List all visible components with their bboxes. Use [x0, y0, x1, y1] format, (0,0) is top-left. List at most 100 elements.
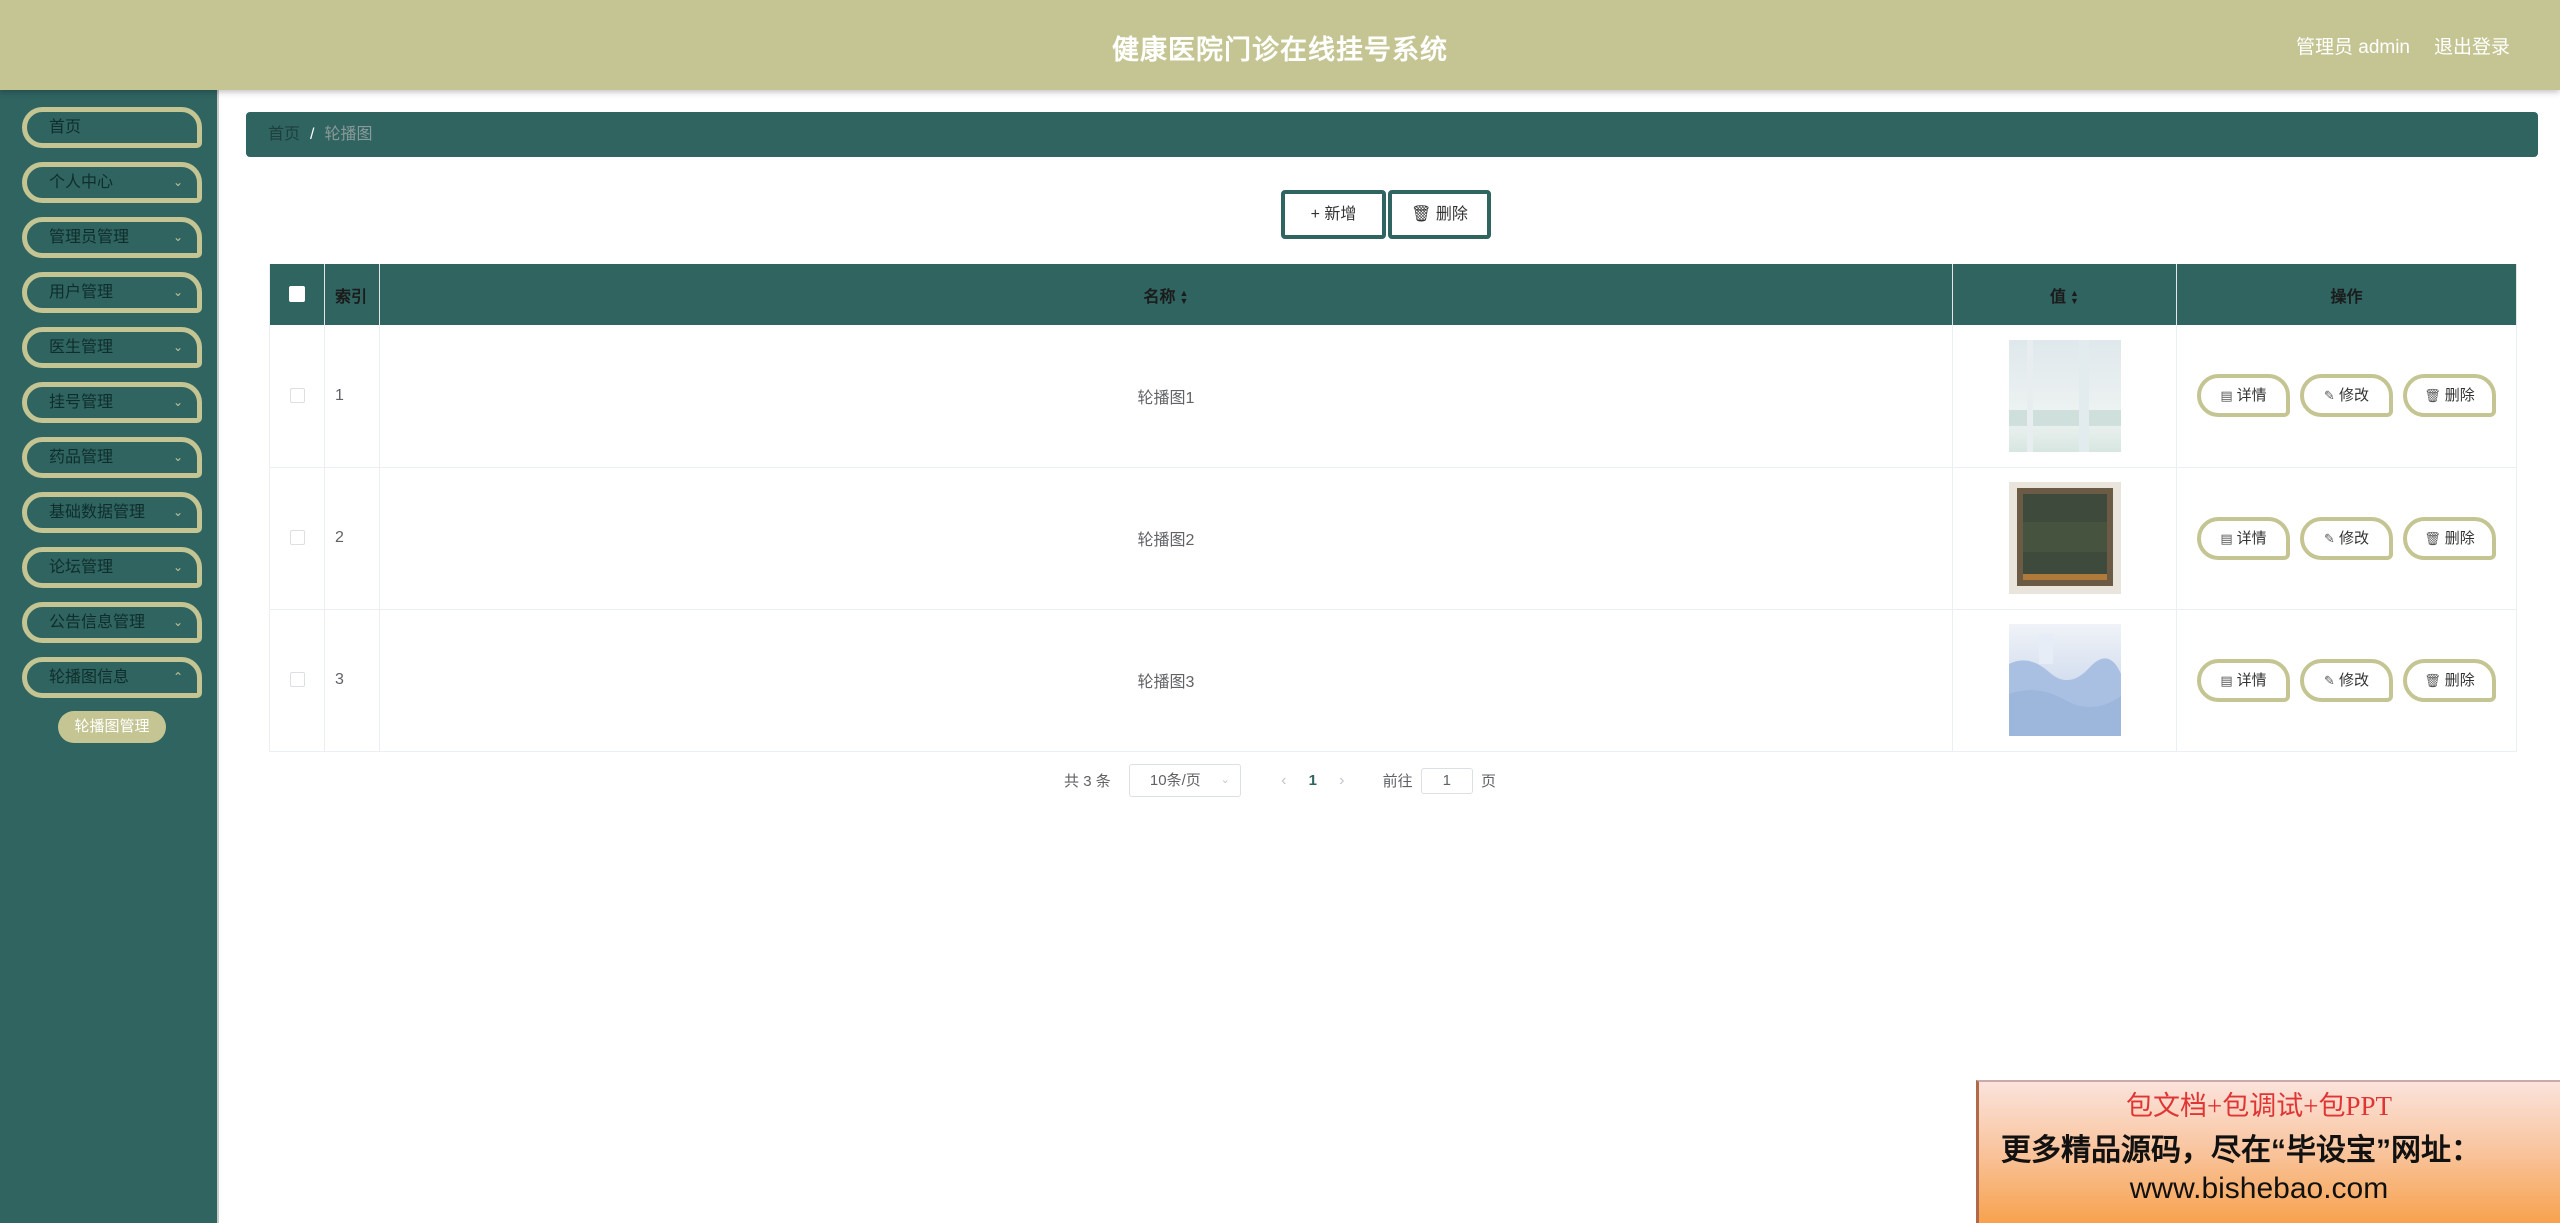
- sidebar-item-registrations[interactable]: 挂号管理 ⌄: [22, 382, 202, 423]
- table-header-row: 索引 名称 ▲ ▼ 值 ▲ ▼ 操作: [269, 264, 2517, 325]
- edit-button-label: 修改: [2338, 529, 2369, 547]
- sidebar-item-notices[interactable]: 公告信息管理 ⌄: [22, 602, 202, 643]
- sidebar-item-home[interactable]: 首页: [22, 107, 202, 148]
- page-number-current[interactable]: 1: [1309, 772, 1317, 789]
- chevron-down-icon: ⌄: [172, 395, 183, 409]
- chevron-down-icon: ⌄: [172, 560, 183, 574]
- sidebar-item-profile[interactable]: 个人中心 ⌄: [22, 162, 202, 203]
- top-header: 健康医院门诊在线挂号系统 管理员 admin 退出登录: [0, 0, 2560, 90]
- select-all-checkbox[interactable]: [289, 286, 305, 303]
- carousel-image-thumbnail[interactable]: [2008, 482, 2121, 594]
- row-checkbox[interactable]: [289, 672, 305, 688]
- sidebar-item-label: 个人中心: [49, 174, 114, 191]
- sidebar-item-label: 医生管理: [49, 339, 114, 356]
- current-user: 管理员 admin: [2295, 37, 2410, 58]
- edit-button[interactable]: ✎ 修改: [2300, 658, 2393, 702]
- pencil-icon: ✎: [2324, 530, 2335, 546]
- goto-page-input[interactable]: [1420, 767, 1473, 794]
- sidebar-item-label: 用户管理: [49, 284, 114, 301]
- chevron-down-icon: ⌄: [172, 285, 183, 299]
- edit-button-label: 修改: [2338, 671, 2369, 689]
- batch-delete-button[interactable]: 🗑 删除: [1388, 190, 1491, 239]
- sort-icon[interactable]: ▲ ▼: [1180, 289, 1189, 306]
- detail-button[interactable]: ▤ 详情: [2197, 374, 2290, 418]
- chevron-down-icon: ⌄: [172, 615, 183, 629]
- add-button[interactable]: + 新增: [1281, 190, 1386, 239]
- sidebar-item-label: 轮播图信息: [49, 669, 130, 686]
- trash-icon: 🗑: [2424, 530, 2441, 546]
- chevron-down-icon: ⌄: [172, 230, 183, 244]
- sort-icon[interactable]: ▲ ▼: [2070, 289, 2079, 306]
- detail-button-label: 详情: [2236, 671, 2267, 689]
- chevron-up-icon: ⌃: [172, 670, 183, 684]
- trash-icon: 🗑: [2424, 672, 2441, 688]
- delete-button[interactable]: 🗑 删除: [2403, 374, 2496, 418]
- goto-label: 前往: [1382, 773, 1413, 790]
- sidebar-item-carousel[interactable]: 轮播图信息 ⌃: [22, 657, 202, 698]
- pencil-icon: ✎: [2324, 388, 2335, 404]
- carousel-image-thumbnail[interactable]: [2008, 339, 2121, 452]
- sidebar-item-label: 公告信息管理: [49, 614, 146, 631]
- edit-button[interactable]: ✎ 修改: [2300, 516, 2393, 560]
- logout-link[interactable]: 退出登录: [2434, 32, 2510, 59]
- sidebar-item-doctors[interactable]: 医生管理 ⌄: [22, 327, 202, 368]
- column-header-actions: 操作: [2176, 264, 2517, 325]
- sidebar-item-base-data[interactable]: 基础数据管理 ⌄: [22, 492, 202, 533]
- document-icon: ▤: [2220, 672, 2233, 688]
- sidebar-item-users[interactable]: 用户管理 ⌄: [22, 272, 202, 313]
- row-value-cell: [1952, 609, 2177, 752]
- sidebar-item-forum[interactable]: 论坛管理 ⌄: [22, 547, 202, 588]
- detail-button[interactable]: ▤ 详情: [2197, 658, 2290, 702]
- row-index: 3: [324, 609, 380, 752]
- row-checkbox[interactable]: [289, 530, 305, 546]
- sidebar-subitem-carousel-manage[interactable]: 轮播图管理: [58, 711, 166, 743]
- edit-button-label: 修改: [2338, 387, 2369, 405]
- document-icon: ▤: [2220, 388, 2233, 404]
- page-size-value: 10条/页: [1149, 772, 1201, 789]
- row-index: 2: [324, 467, 380, 610]
- row-select-cell: [269, 609, 325, 752]
- breadcrumb-separator: /: [310, 126, 315, 143]
- pagination: 共 3 条 10条/页 ⌄ ‹ 1 › 前往 页: [0, 764, 2560, 797]
- sidebar-item-admins[interactable]: 管理员管理 ⌄: [22, 217, 202, 258]
- sidebar-item-label: 论坛管理: [49, 559, 114, 576]
- column-header-value[interactable]: 值 ▲ ▼: [1952, 264, 2177, 325]
- chevron-down-icon: ⌄: [172, 450, 183, 464]
- plus-icon: +: [1310, 206, 1325, 223]
- delete-button-label: 删除: [2444, 387, 2475, 405]
- delete-button[interactable]: 🗑 删除: [2403, 516, 2496, 560]
- promo-banner: 包文档+包调试+包PPT 更多精品源码，尽在“毕设宝”网址： www.bishe…: [1976, 1080, 2560, 1223]
- document-icon: ▤: [2220, 530, 2233, 546]
- sidebar-item-label: 管理员管理: [49, 229, 130, 246]
- chevron-down-icon: ⌄: [172, 340, 183, 354]
- table-row: 2 轮播图2 ▤ 详情 ✎ 修改 🗑 删除: [269, 467, 2517, 610]
- row-checkbox[interactable]: [289, 388, 305, 404]
- breadcrumb: 首页 / 轮播图: [246, 112, 2538, 157]
- table-row: 3 轮播图3 ▤ 详情 ✎ 修改 🗑 删除: [269, 609, 2517, 752]
- breadcrumb-home[interactable]: 首页: [268, 126, 300, 143]
- row-name: 轮播图2: [379, 467, 1953, 610]
- row-actions: ▤ 详情 ✎ 修改 🗑 删除: [2176, 467, 2517, 610]
- detail-button-label: 详情: [2236, 529, 2267, 547]
- goto-suffix: 页: [1480, 773, 1496, 790]
- row-name: 轮播图1: [379, 325, 1953, 468]
- row-value-cell: [1952, 325, 2177, 468]
- chevron-down-icon: ⌄: [172, 505, 183, 519]
- row-actions: ▤ 详情 ✎ 修改 🗑 删除: [2176, 609, 2517, 752]
- detail-button-label: 详情: [2236, 387, 2267, 405]
- sidebar-item-label: 挂号管理: [49, 394, 114, 411]
- sidebar-item-medicines[interactable]: 药品管理 ⌄: [22, 437, 202, 478]
- chevron-down-icon: ⌄: [172, 175, 183, 189]
- trash-icon: 🗑: [1411, 206, 1436, 223]
- column-header-name[interactable]: 名称 ▲ ▼: [379, 264, 1953, 325]
- prev-page-icon[interactable]: ‹: [1281, 772, 1286, 790]
- data-table: 索引 名称▲▼ 值▲▼ 操作 1 轮播图1 ▤详情✎修改🗑删除: [269, 264, 2517, 752]
- edit-button[interactable]: ✎ 修改: [2300, 374, 2393, 418]
- delete-button[interactable]: 🗑 删除: [2403, 658, 2496, 702]
- sidebar-item-label: 药品管理: [49, 449, 114, 466]
- detail-button[interactable]: ▤ 详情: [2197, 516, 2290, 560]
- column-header-name-label: 名称: [1143, 288, 1176, 306]
- page-size-select[interactable]: 10条/页 ⌄: [1128, 764, 1241, 797]
- carousel-image-thumbnail[interactable]: [2008, 624, 2121, 736]
- next-page-icon[interactable]: ›: [1339, 772, 1344, 790]
